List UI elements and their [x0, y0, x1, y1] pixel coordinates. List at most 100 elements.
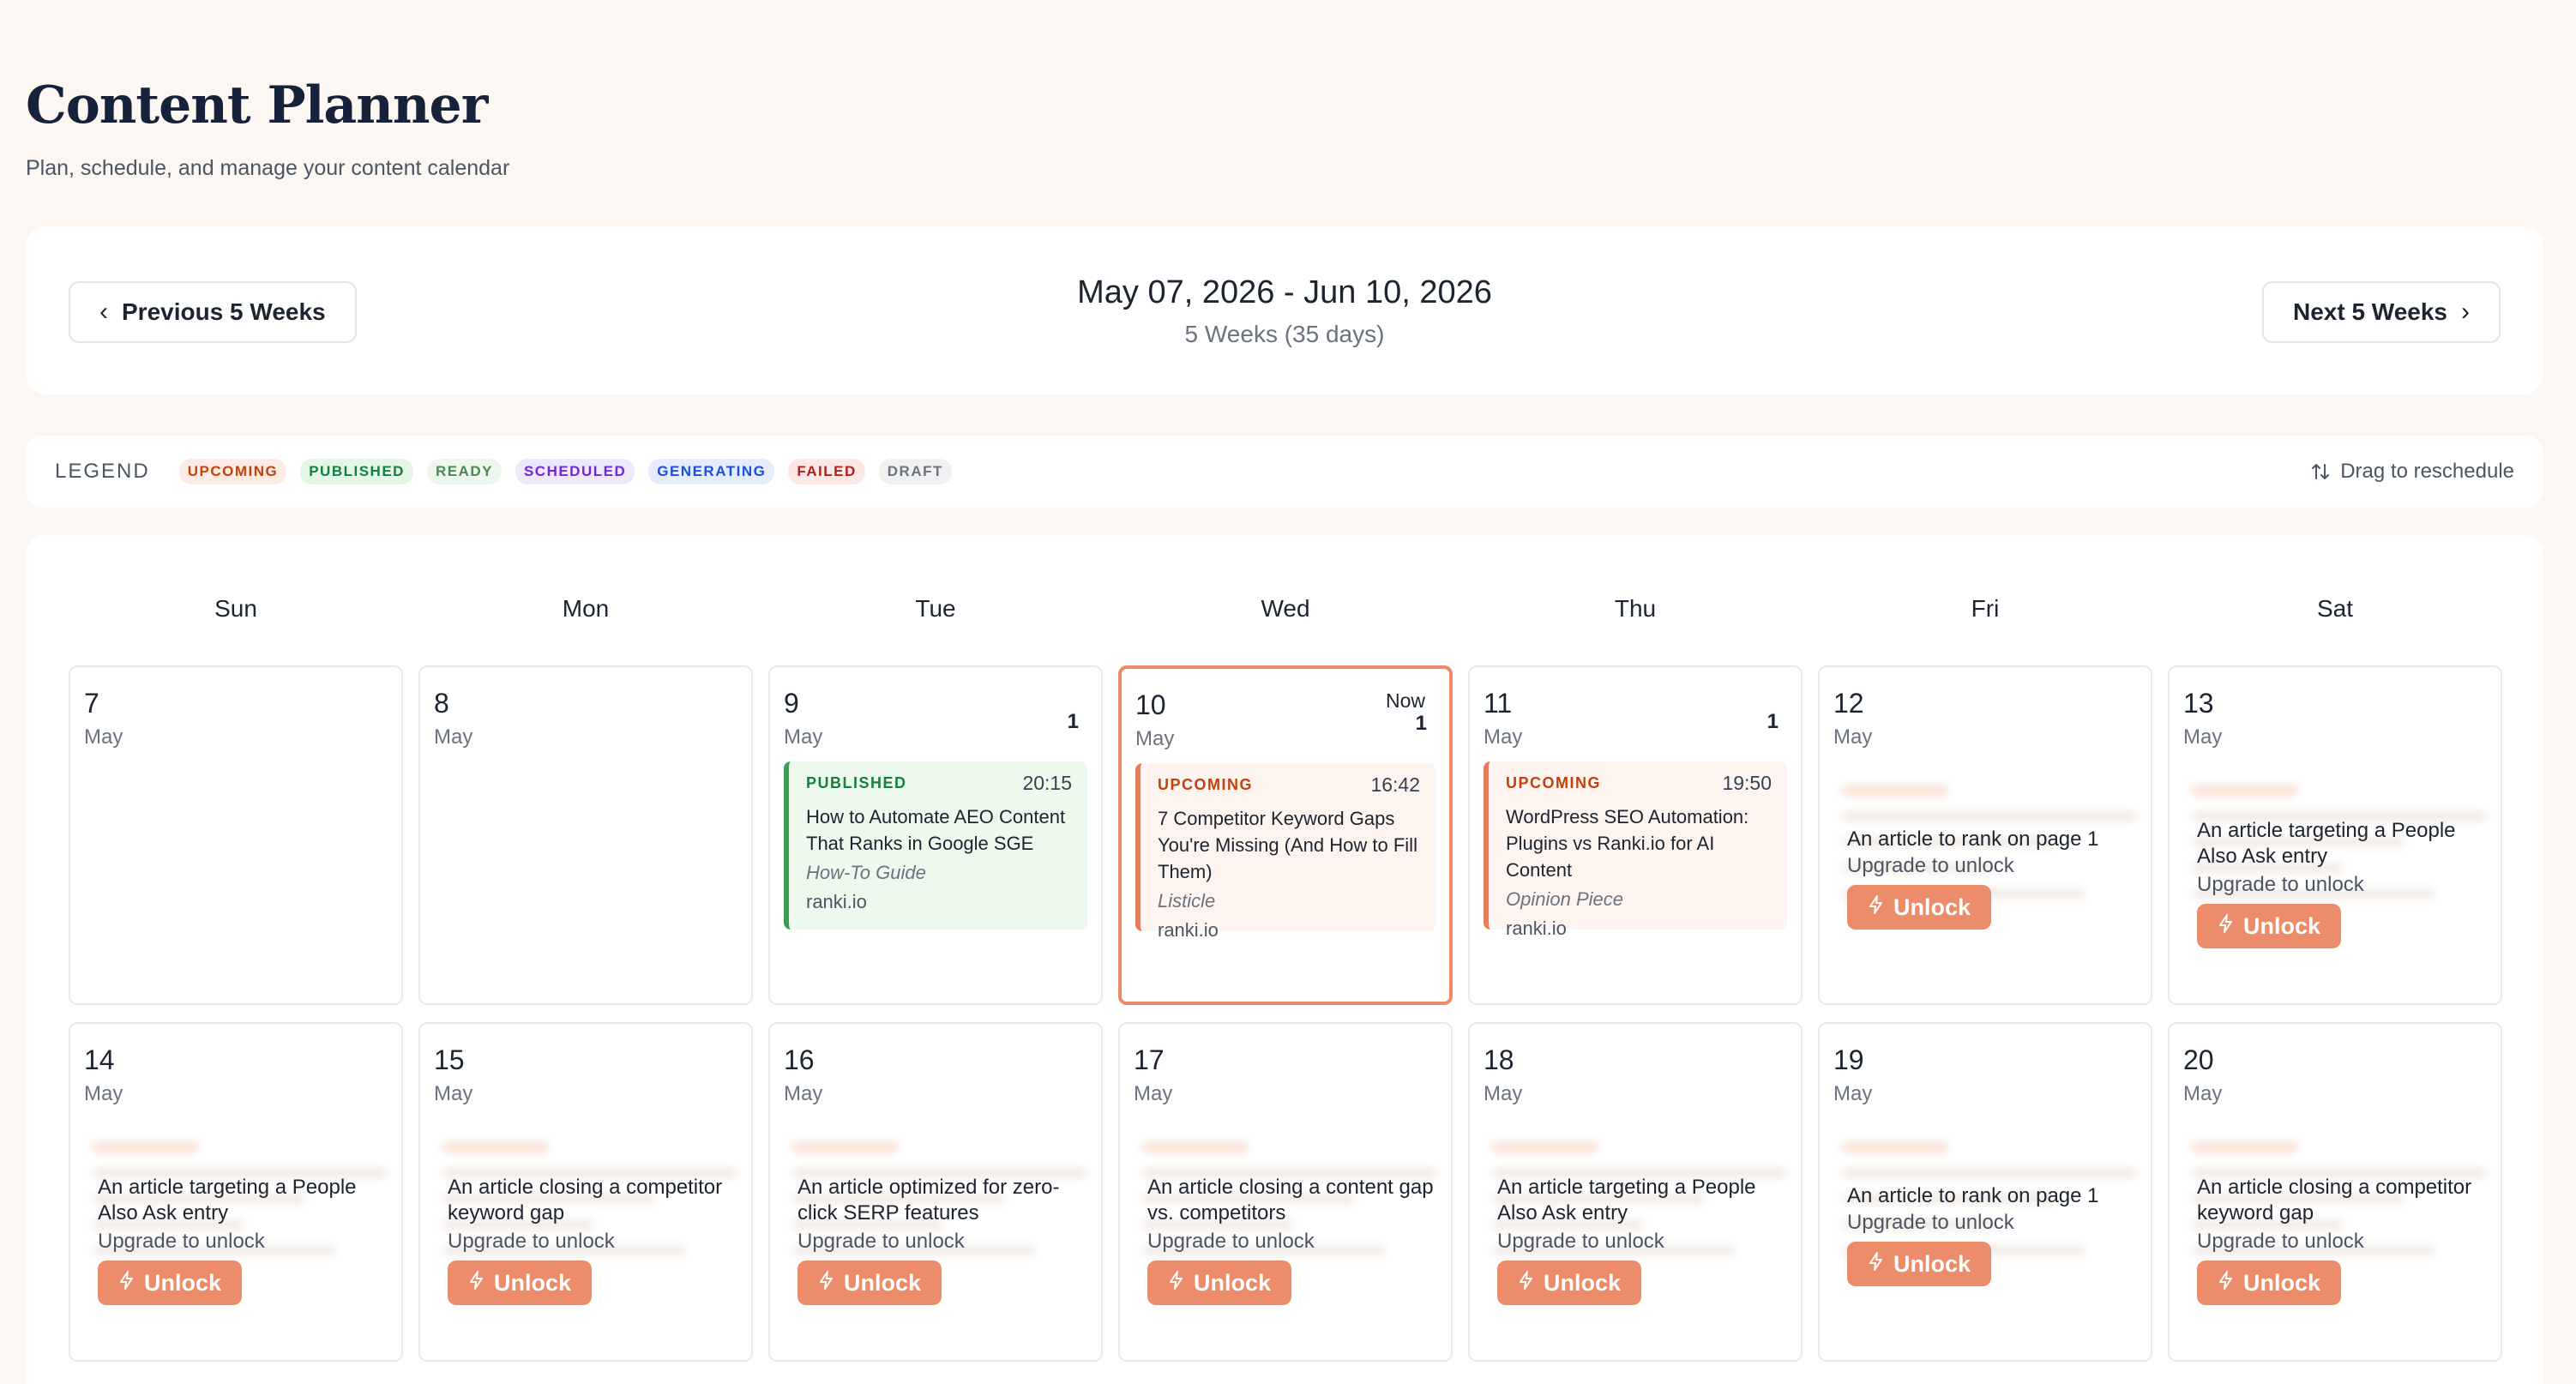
next-weeks-label: Next 5 Weeks	[2292, 298, 2447, 325]
unlock-button[interactable]: Unlock	[98, 1261, 243, 1305]
day-number: 17	[1134, 1044, 1165, 1075]
legend-badge-published: PUBLISHED	[300, 459, 413, 484]
upgrade-to-unlock-text: Upgrade to unlock	[2197, 873, 2364, 896]
weekday-header: Tue	[915, 595, 956, 622]
locked-event-title: An article closing a competitor keyword …	[448, 1176, 723, 1225]
day-cell[interactable]: 14 May An article targeting a People Also …	[69, 1022, 403, 1362]
page-subtitle: Plan, schedule, and manage your content …	[26, 156, 510, 180]
lightning-icon	[2218, 913, 2235, 939]
day-month: May	[1135, 727, 1175, 750]
unlock-button[interactable]: Unlock	[448, 1261, 593, 1305]
unlock-button[interactable]: Unlock	[1847, 1242, 1992, 1286]
event-header: UPCOMING 16:42	[1158, 773, 1420, 797]
event-time: 19:50	[1722, 772, 1772, 794]
event-card[interactable]: UPCOMING 16:42 7 Competitor Keyword Gaps Y…	[1135, 763, 1435, 941]
event-site: ranki.io	[1506, 918, 1567, 939]
day-number: 18	[1484, 1044, 1514, 1075]
day-month: May	[1833, 725, 1873, 749]
event-site: ranki.io	[806, 891, 867, 912]
upgrade-to-unlock-text: Upgrade to unlock	[1847, 854, 2014, 877]
event-type: Opinion Piece	[1506, 888, 1623, 910]
day-cell[interactable]: 8 May	[418, 665, 753, 1005]
event-title: WordPress SEO Automation: Plugins vs Ran…	[1506, 806, 1749, 881]
locked-event-title: An article targeting a People Also Ask e…	[98, 1176, 357, 1225]
unlock-button[interactable]: Unlock	[2197, 904, 2342, 948]
upgrade-to-unlock-text: Upgrade to unlock	[1847, 1211, 2014, 1234]
unlock-button[interactable]: Unlock	[1497, 1261, 1642, 1305]
day-number: 7	[84, 688, 99, 719]
day-cell[interactable]: 16 May An article optimized for zero-click…	[768, 1022, 1103, 1362]
legend-badge-ready: READY	[426, 459, 502, 484]
upgrade-to-unlock-text: Upgrade to unlock	[1147, 1230, 1315, 1253]
event-card[interactable]: UPCOMING 19:50 WordPress SEO Automation: P…	[1484, 761, 1787, 939]
date-range: May 07, 2026 - Jun 10, 2026	[1077, 274, 1492, 310]
day-cell[interactable]: 12 May An article to rank on page 1 Upgrade…	[1818, 665, 2152, 1005]
locked-event-title: An article to rank on page 1	[1847, 827, 2099, 851]
event-count: 1	[1415, 712, 1427, 735]
day-number: 10	[1135, 689, 1166, 720]
day-number: 14	[84, 1044, 115, 1075]
event-title: How to Automate AEO Content That Ranks i…	[806, 806, 1066, 854]
day-cell-today[interactable]: 10 May Now 1 UPCOMING 16:42 7 Competitor Keywo…	[1118, 665, 1453, 1005]
unlock-button[interactable]: Unlock	[1147, 1261, 1292, 1305]
legend-bar: LEGEND UPCOMING PUBLISHED READY SCHEDULE…	[26, 436, 2543, 508]
unlock-button[interactable]: Unlock	[1847, 885, 1992, 930]
day-month: May	[2183, 1082, 2223, 1105]
lightning-icon	[118, 1270, 135, 1296]
event-type: Listicle	[1158, 890, 1216, 912]
upgrade-to-unlock-text: Upgrade to unlock	[797, 1230, 965, 1253]
unlock-button[interactable]: Unlock	[797, 1261, 942, 1305]
drag-hint: Drag to reschedule	[2311, 460, 2514, 484]
day-cell[interactable]: 13 May An article targeting a People Also …	[2168, 665, 2502, 1005]
lightning-icon	[1518, 1270, 1535, 1296]
legend-label: LEGEND	[55, 460, 150, 483]
blurred-event-preview	[1833, 1127, 2137, 1343]
event-status-badge: UPCOMING	[1158, 776, 1253, 793]
day-month: May	[784, 725, 823, 749]
day-number: 16	[784, 1044, 815, 1075]
day-number: 15	[434, 1044, 465, 1075]
event-card[interactable]: PUBLISHED 20:15 How to Automate AEO Conten…	[784, 761, 1087, 930]
weekday-header: Sun	[214, 595, 257, 622]
day-month: May	[2183, 725, 2223, 749]
lightning-icon	[1868, 1251, 1885, 1277]
unlock-label: Unlock	[844, 1269, 922, 1296]
day-month: May	[84, 1082, 123, 1105]
day-cell[interactable]: 11 May 1 UPCOMING 19:50 WordPress SEO Automat…	[1468, 665, 1803, 1005]
locked-event-title: An article targeting a People Also Ask e…	[2197, 819, 2456, 868]
legend-badge-upcoming: UPCOMING	[178, 459, 287, 484]
day-cell[interactable]: 15 May An article closing a competitor key…	[418, 1022, 753, 1362]
date-navigation-card: ‹ Previous 5 Weeks May 07, 2026 - Jun 10…	[26, 226, 2543, 394]
day-month: May	[1484, 725, 1523, 749]
day-month: May	[434, 725, 473, 749]
event-title: 7 Competitor Keyword Gaps You're Missing…	[1158, 808, 1417, 882]
day-month: May	[84, 725, 123, 749]
day-cell[interactable]: 7 May	[69, 665, 403, 1005]
unlock-label: Unlock	[494, 1269, 572, 1296]
day-cell[interactable]: 18 May An article targeting a People Also …	[1468, 1022, 1803, 1362]
event-count: 1	[1067, 710, 1079, 733]
day-cell[interactable]: 19 May An article to rank on page 1 Upgrade…	[1818, 1022, 2152, 1362]
upgrade-to-unlock-text: Upgrade to unlock	[1497, 1230, 1664, 1253]
event-header: PUBLISHED 20:15	[806, 772, 1072, 795]
weekday-header: Fri	[1971, 595, 2000, 622]
legend-badge-failed: FAILED	[788, 459, 865, 484]
day-cell[interactable]: 17 May An article closing a content gap vs…	[1118, 1022, 1453, 1362]
weekday-header: Sat	[2316, 595, 2354, 622]
day-number: 8	[434, 688, 449, 719]
now-indicator: Now	[1385, 689, 1425, 712]
day-cell[interactable]: 20 May An article closing a competitor key…	[2168, 1022, 2502, 1362]
event-status-badge: PUBLISHED	[806, 774, 907, 791]
unlock-label: Unlock	[1893, 1250, 1971, 1277]
day-number: 9	[784, 688, 799, 719]
event-status-badge: UPCOMING	[1506, 774, 1601, 791]
unlock-button[interactable]: Unlock	[2197, 1261, 2342, 1305]
weekday-header: Mon	[562, 595, 610, 622]
next-weeks-button[interactable]: Next 5 Weeks ›	[2261, 281, 2501, 343]
locked-event-title: An article to rank on page 1	[1847, 1184, 2099, 1207]
day-cell[interactable]: 9 May 1 PUBLISHED 20:15 How to Automate AEO C…	[768, 665, 1103, 1005]
weekday-header: Wed	[1261, 595, 1310, 622]
drag-arrows-icon	[2312, 464, 2330, 479]
day-number: 19	[1833, 1044, 1864, 1075]
upgrade-to-unlock-text: Upgrade to unlock	[448, 1230, 615, 1253]
